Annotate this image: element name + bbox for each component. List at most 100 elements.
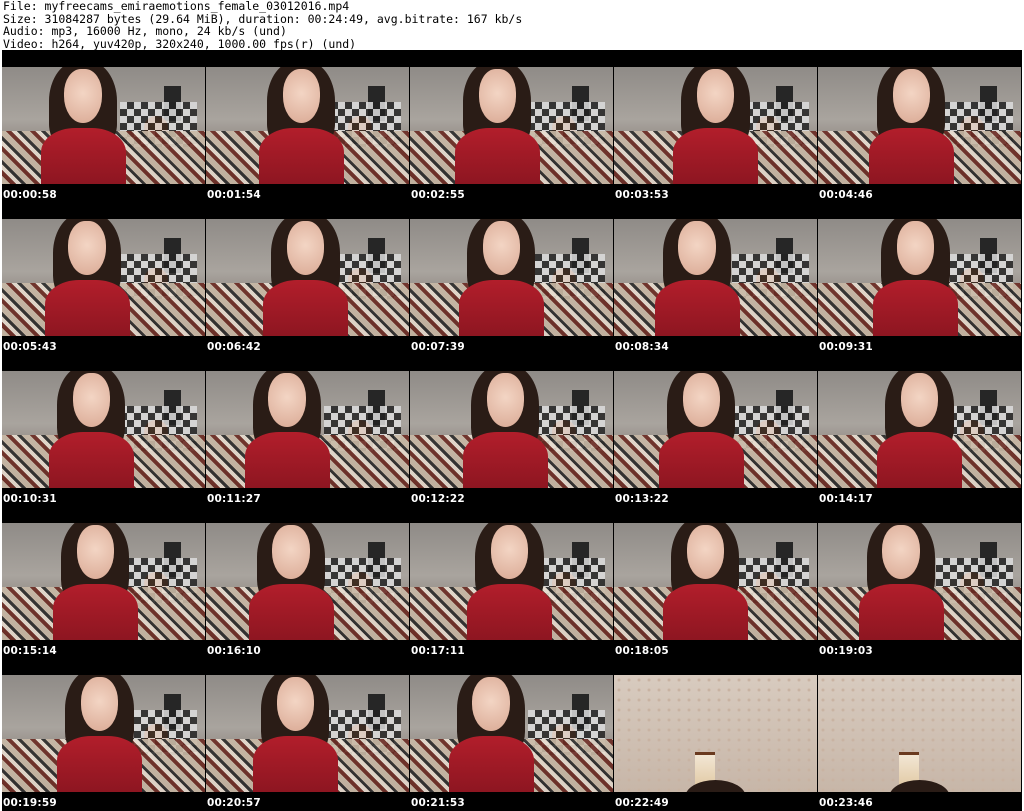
thumbnail-timestamp: 00:12:22 [411,493,465,505]
person-figure [876,371,963,488]
face [282,69,321,124]
thumbnail-frame [206,219,409,336]
thumbnail-timestamp: 00:03:53 [615,189,669,201]
video-thumbnail: 00:13:22 [614,354,817,506]
thumbnail-timestamp: 00:22:49 [615,797,669,809]
red-shirt [458,279,544,336]
person-figure [52,523,138,640]
person-figure [872,219,959,336]
thumbnail-frame [818,523,1021,640]
face [68,221,106,276]
face [482,221,521,276]
person-figure [462,371,549,488]
red-shirt [252,735,338,792]
person-figure [858,523,944,640]
thumbnail-frame [614,675,817,792]
thumbnail-frame [614,67,817,184]
video-thumbnail: 00:15:14 [2,506,205,658]
person-figure [868,67,954,184]
thumbnail-timestamp: 00:09:31 [819,341,873,353]
person-figure [252,675,338,792]
thumbnail-timestamp: 00:14:17 [819,493,873,505]
red-shirt [654,279,740,336]
red-shirt [658,431,744,488]
face [900,373,939,428]
video-thumbnail: 00:11:27 [206,354,409,506]
thumbnail-timestamp: 00:08:34 [615,341,669,353]
red-shirt [44,279,130,336]
red-shirt [462,431,549,488]
video-thumbnail: 00:05:43 [2,202,205,354]
thumbnail-timestamp: 00:00:58 [3,189,57,201]
red-shirt [56,735,143,792]
video-thumbnail: 00:19:03 [818,506,1021,658]
person-figure [454,67,540,184]
face [72,373,111,428]
thumbnail-frame [818,67,1021,184]
face [268,373,306,428]
thumbnail-timestamp: 00:19:03 [819,645,873,657]
face [76,525,115,580]
video-thumbnail: 00:16:10 [206,506,409,658]
thumbnail-timestamp: 00:01:54 [207,189,261,201]
thumbnail-frame [614,371,817,488]
thumbnail-timestamp: 00:11:27 [207,493,261,505]
face [892,69,931,124]
face [696,69,735,124]
thumbnail-timestamp: 00:06:42 [207,341,261,353]
thumbnail-frame [410,675,613,792]
video-thumbnail: 00:04:46 [818,50,1021,202]
thumbnail-timestamp: 00:07:39 [411,341,465,353]
thumbnail-timestamp: 00:20:57 [207,797,261,809]
person-figure [48,371,134,488]
face [286,221,325,276]
thumbnail-timestamp: 00:15:14 [3,645,57,657]
video-thumbnail: 00:09:31 [818,202,1021,354]
thumbnail-frame [206,371,409,488]
red-shirt [48,431,134,488]
face [682,373,721,428]
thumbnail-frame [2,219,205,336]
thumbnail-timestamp: 00:21:53 [411,797,465,809]
video-thumbnail: 00:18:05 [614,506,817,658]
thumbnail-timestamp: 00:13:22 [615,493,669,505]
face [276,677,315,732]
thumbnail-frame [410,67,613,184]
red-shirt [876,431,963,488]
thumbnail-timestamp: 00:10:31 [3,493,57,505]
video-thumbnail: 00:12:22 [410,354,613,506]
face [490,525,529,580]
video-thumbnail: 00:17:11 [410,506,613,658]
thumbnail-frame [206,523,409,640]
video-thumbnail: 00:03:53 [614,50,817,202]
face [472,677,510,732]
person-figure [56,675,143,792]
thumbnail-frame [614,523,817,640]
face [882,525,920,580]
video-thumbnail: 00:21:53 [410,658,613,810]
video-thumbnail: 00:20:57 [206,658,409,810]
face [80,677,119,732]
thumbnail-grid: 00:00:58 00:01:54 00:02:55 00:03:53 00:04:46… [2,50,1022,811]
file-name-line: File: myfreecams_emiraemotions_female_03… [3,0,350,13]
thumbnail-frame [818,219,1021,336]
red-shirt [872,279,959,336]
audio-info-line: Audio: mp3, 16000 Hz, mono, 24 kb/s (und… [3,24,287,39]
wallpaper-background [818,675,1021,792]
thumbnail-frame [206,675,409,792]
red-shirt [244,431,330,488]
video-thumbnail: 00:06:42 [206,202,409,354]
file-info-header: File: myfreecams_emiraemotions_female_03… [3,0,1021,50]
video-thumbnail: 00:08:34 [614,202,817,354]
red-shirt [454,127,540,184]
thumbnail-frame [818,675,1021,792]
red-shirt [868,127,954,184]
video-thumbnail: 00:00:58 [2,50,205,202]
thumbnail-timestamp: 00:05:43 [3,341,57,353]
thumbnail-timestamp: 00:17:11 [411,645,465,657]
person-figure [40,67,126,184]
red-shirt [672,127,759,184]
face [64,69,102,124]
face [686,525,725,580]
red-shirt [248,583,334,640]
